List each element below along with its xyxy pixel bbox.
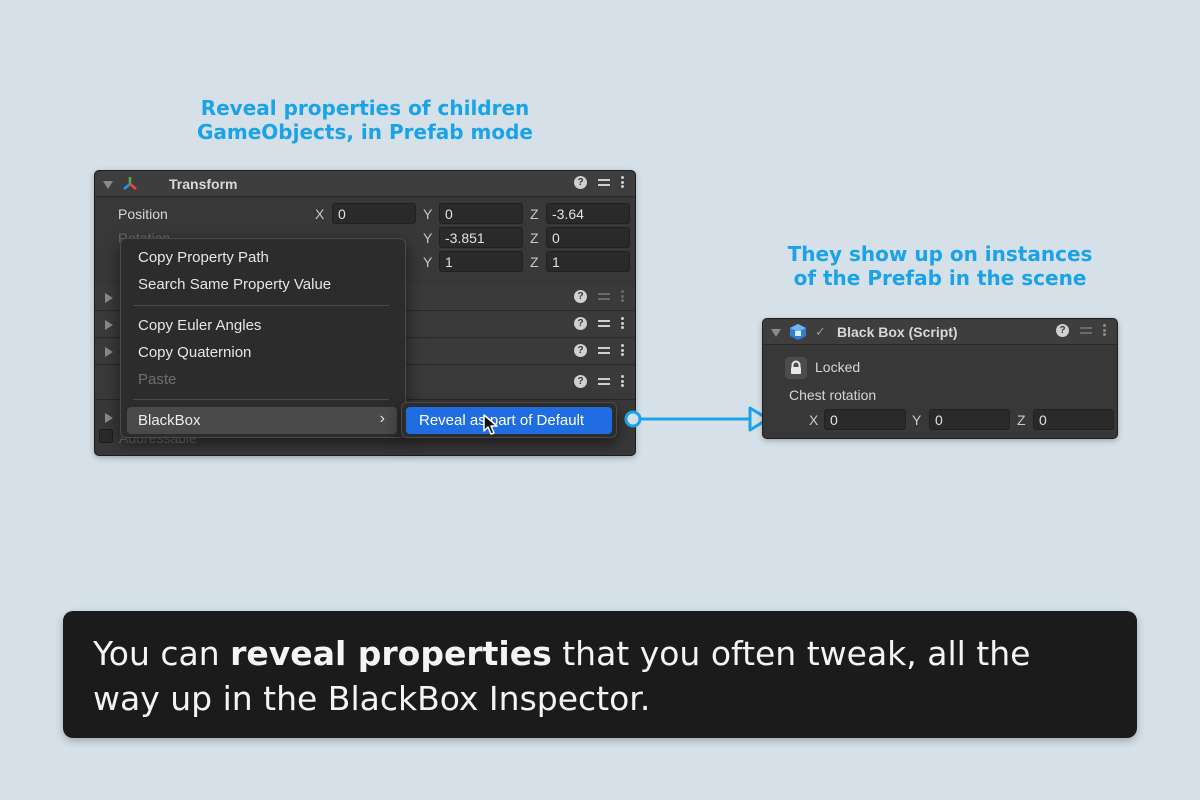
menu-item-copy-quaternion[interactable]: Copy Quaternion [138, 344, 251, 361]
menu-item-paste: Paste [138, 371, 177, 388]
axis-z-label: Z [530, 206, 539, 222]
rotation-y-field[interactable]: -3.851 [439, 227, 523, 248]
position-x-field[interactable]: 0 [332, 203, 416, 224]
chest-rotation-y-field[interactable]: 0 [929, 409, 1010, 430]
addressable-checkbox[interactable] [99, 429, 113, 443]
foldout-arrow-icon[interactable] [103, 181, 113, 189]
connector-arrow [624, 406, 770, 432]
help-icon[interactable]: ? [574, 343, 587, 357]
axis-z-label: Z [1017, 412, 1026, 428]
caption-line: GameObjects, in Prefab mode [196, 120, 533, 144]
transform-header[interactable]: Transform ? [95, 171, 635, 197]
axis-z-label: Z [530, 254, 539, 270]
chest-rotation-label: Chest rotation [789, 387, 877, 403]
menu-item-copy-property-path[interactable]: Copy Property Path [138, 249, 269, 266]
help-icon[interactable]: ? [574, 175, 587, 189]
component-title: Black Box (Script) [837, 324, 958, 340]
kebab-icon[interactable] [621, 175, 625, 189]
kebab-icon[interactable] [621, 316, 625, 330]
caption-line: They show up on instances [787, 242, 1093, 266]
foldout-arrow-icon[interactable] [105, 293, 113, 303]
preset-icon[interactable] [597, 289, 611, 303]
menu-separator [133, 399, 389, 400]
caption-line: Reveal properties of children [200, 96, 530, 120]
help-icon[interactable]: ? [574, 374, 587, 388]
check-icon[interactable]: ✓ [815, 324, 826, 340]
blackbox-submenu: Reveal as part of Default [401, 402, 617, 438]
cursor-icon [483, 414, 498, 435]
preset-icon[interactable] [597, 316, 611, 330]
foldout-arrow-icon[interactable] [105, 347, 113, 357]
kebab-icon[interactable] [621, 289, 625, 303]
caption-scene-instances: They show up on instances of the Prefab … [730, 242, 1150, 290]
position-label: Position [118, 206, 168, 222]
kebab-icon[interactable] [1103, 323, 1107, 337]
preset-icon[interactable] [597, 343, 611, 357]
preset-icon[interactable] [597, 175, 611, 189]
menu-item-reveal-default[interactable]: Reveal as part of Default [406, 407, 612, 434]
axis-y-label: Y [423, 206, 433, 222]
axis-x-label: X [809, 412, 819, 428]
help-icon[interactable]: ? [1056, 323, 1069, 337]
axis-y-label: Y [912, 412, 922, 428]
script-icon [790, 324, 806, 340]
banner-emphasis: reveal properties [230, 634, 552, 673]
chevron-right-icon: › [379, 410, 385, 427]
lock-toggle[interactable] [785, 357, 807, 379]
position-y-field[interactable]: 0 [439, 203, 523, 224]
scale-z-field[interactable]: 1 [546, 251, 630, 272]
preset-icon[interactable] [1079, 323, 1093, 337]
kebab-icon[interactable] [621, 374, 625, 388]
menu-item-label: BlackBox [138, 412, 201, 429]
banner-prefix: You can [93, 634, 231, 673]
menu-separator [133, 305, 389, 306]
foldout-arrow-icon[interactable] [771, 329, 781, 337]
axis-z-label: Z [530, 230, 539, 246]
foldout-arrow-icon[interactable] [105, 320, 113, 330]
chest-rotation-x-field[interactable]: 0 [824, 409, 906, 430]
menu-item-blackbox[interactable]: BlackBox › [127, 407, 397, 434]
help-icon[interactable]: ? [574, 289, 587, 303]
preset-icon[interactable] [597, 374, 611, 388]
caption-line: of the Prefab in the scene [793, 266, 1087, 290]
caption-banner: You can reveal properties that you often… [63, 611, 1137, 738]
chest-rotation-z-field[interactable]: 0 [1033, 409, 1114, 430]
transform-icon [123, 177, 137, 190]
lock-icon [791, 360, 801, 374]
menu-item-copy-euler-angles[interactable]: Copy Euler Angles [138, 317, 261, 334]
component-title: Transform [169, 176, 238, 192]
locked-label: Locked [815, 359, 861, 375]
scale-y-field[interactable]: 1 [439, 251, 523, 272]
scene-inspector-window: ✓ Black Box (Script) ? Locked Chest rota… [762, 318, 1118, 439]
caption-prefab-mode: Reveal properties of children GameObject… [150, 96, 580, 144]
menu-item-search-same-value[interactable]: Search Same Property Value [138, 276, 331, 293]
help-icon[interactable]: ? [574, 316, 587, 330]
axis-x-label: X [315, 206, 325, 222]
axis-y-label: Y [423, 254, 433, 270]
context-menu: Copy Property Path Search Same Property … [120, 238, 406, 438]
axis-y-label: Y [423, 230, 433, 246]
position-z-field[interactable]: -3.64 [546, 203, 630, 224]
foldout-arrow-icon[interactable] [105, 413, 113, 423]
rotation-z-field[interactable]: 0 [546, 227, 630, 248]
blackbox-header[interactable]: ✓ Black Box (Script) ? [763, 319, 1117, 345]
kebab-icon[interactable] [621, 343, 625, 357]
